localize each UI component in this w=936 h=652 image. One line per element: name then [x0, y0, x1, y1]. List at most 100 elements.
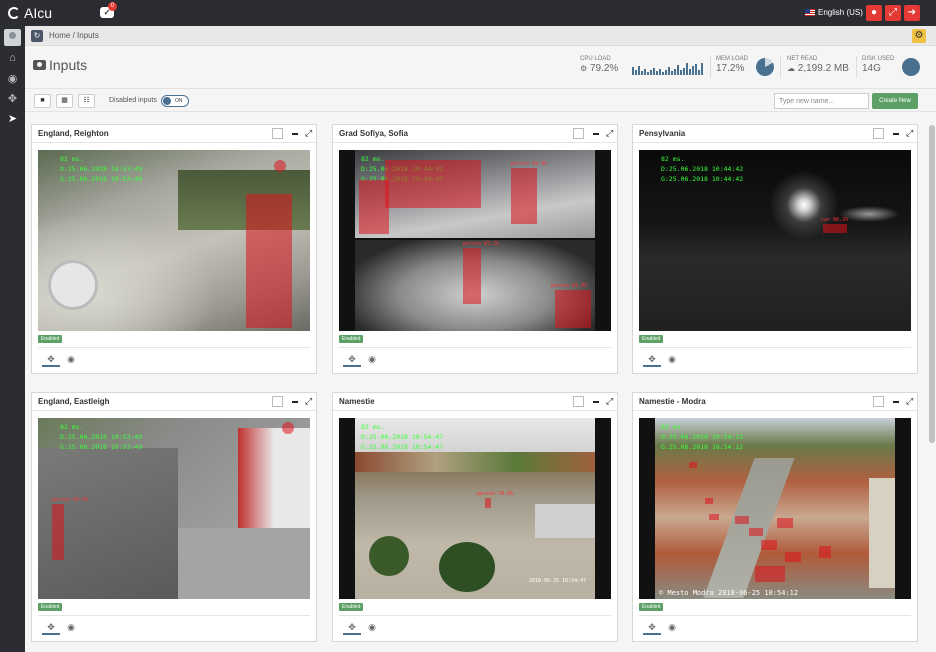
input-card-namestie: Namestie ⤢ 82 ms. D:25.06.2018 10:54:47 G:… [332, 392, 618, 642]
expand-icon[interactable]: ⤢ [906, 128, 913, 139]
logout-icon: ➜ [907, 7, 917, 18]
scrollbar[interactable] [929, 125, 935, 443]
video-feed[interactable]: 82 ms. D:25.06.2018 10:54:12 G:25.06.2018 … [639, 418, 911, 599]
video-osd: 82 ms. D:25.06.2018 10:54:12 G:25.06.2018 … [661, 423, 744, 451]
refresh-button[interactable]: ↻ [31, 29, 43, 42]
detection-box [819, 546, 831, 558]
expand-icon[interactable]: ⤢ [305, 396, 312, 407]
detection-box [823, 224, 847, 233]
minimize-icon[interactable] [893, 401, 899, 403]
disabled-inputs-label: Disabled inputs [109, 97, 157, 104]
select-checkbox[interactable] [573, 128, 584, 139]
create-new-button[interactable]: Create New [872, 93, 918, 109]
detection-box [761, 540, 777, 550]
app-logo[interactable]: AIcu [8, 5, 52, 21]
net-read-stat: NET READ ☁ 2,199.2 MB [787, 56, 849, 80]
detection-label: car 88.2% [821, 217, 849, 223]
status-badge: Enabled [639, 603, 664, 611]
expand-icon[interactable]: ⤢ [305, 128, 312, 139]
move-icon[interactable]: ✥ [643, 619, 661, 635]
detection-box [463, 248, 481, 304]
minimize-icon[interactable] [292, 133, 298, 135]
microphone-button[interactable]: ● [866, 5, 882, 21]
logout-button[interactable]: ➜ [904, 5, 920, 21]
refresh-icon: ↻ [33, 30, 41, 40]
page-title-text: Inputs [49, 57, 88, 73]
home-icon[interactable]: ⌂ [0, 52, 25, 64]
arrow-right-circle-icon[interactable]: ➤ [0, 112, 25, 125]
minimize-icon[interactable] [292, 401, 298, 403]
snapshot-camera-icon[interactable]: ◉ [663, 619, 681, 635]
app-title: AIcu [24, 5, 53, 21]
snapshot-camera-icon[interactable]: ◉ [663, 351, 681, 367]
move-icon[interactable]: ✥ [42, 351, 60, 367]
snapshot-camera-icon[interactable]: ◉ [62, 619, 80, 635]
move-icon[interactable]: ✥ [343, 351, 361, 367]
us-flag-icon [805, 9, 815, 16]
disk-used-label: DISK USED [862, 56, 895, 62]
expand-icon[interactable]: ⤢ [606, 128, 613, 139]
detection-box [359, 180, 389, 234]
snapshot-camera-icon[interactable]: ◉ [62, 351, 80, 367]
language-selector[interactable]: English (US) ⌄ [805, 8, 872, 17]
net-read-label: NET READ [787, 56, 818, 62]
cpu-load-stat: CPU LOAD ⚙ 79.2% [580, 56, 618, 80]
camera-icon[interactable]: ◉ [0, 72, 25, 85]
select-checkbox[interactable] [573, 396, 584, 407]
video-feed[interactable]: 82 ms. D:25.06.2018 10:53:49 G:25.06.2018 … [38, 150, 310, 331]
detection-box [689, 462, 697, 468]
select-checkbox[interactable] [873, 128, 884, 139]
video-feed[interactable]: 82 ms.D:25.06.2018 10:44:42G:25.06.2018 … [639, 150, 911, 331]
card-header: Namestie - Modra ⤢ [633, 393, 917, 411]
fullscreen-button[interactable]: ⤢ [885, 5, 901, 21]
card-footer-divider [639, 347, 911, 348]
select-checkbox[interactable] [873, 396, 884, 407]
detection-box [282, 422, 294, 434]
select-checkbox[interactable] [272, 128, 283, 139]
disk-used-value: 14G [862, 63, 881, 74]
video-feed[interactable]: 82 ms. D:25.06.2018 10:54:47 G:25.06.2018 … [339, 418, 611, 599]
move-icon[interactable]: ✥ [343, 619, 361, 635]
select-checkbox[interactable] [272, 396, 283, 407]
move-icon[interactable]: ✥ [643, 351, 661, 367]
input-card-pensylvania: Pensylvania ⤢ 82 ms. D:25.06.2018 10:44:4… [632, 124, 918, 374]
minimize-icon[interactable] [593, 401, 599, 403]
disabled-inputs-toggle[interactable]: ON [161, 95, 189, 107]
expand-icon[interactable]: ⤢ [906, 396, 913, 407]
grid-3-icon: ☷ [83, 97, 90, 104]
detection-box [785, 552, 801, 562]
card-title: Namestie - Modra [639, 397, 706, 406]
breadcrumb-home[interactable]: Home [49, 31, 70, 40]
move-icon[interactable]: ✥ [42, 619, 60, 635]
snapshot-camera-icon[interactable]: ◉ [363, 619, 381, 635]
divider [780, 56, 781, 78]
cogs-icon: ⚙ [580, 64, 588, 73]
snapshot-camera-icon[interactable]: ◉ [363, 351, 381, 367]
view-grid-2-button[interactable]: ▦ [56, 94, 73, 108]
minimize-icon[interactable] [893, 133, 899, 135]
language-label: English (US) [818, 8, 863, 17]
cloud-download-icon: ☁ [787, 64, 795, 73]
expand-icon[interactable]: ⤢ [606, 396, 613, 407]
avatar[interactable] [4, 29, 21, 46]
minimize-icon[interactable] [593, 133, 599, 135]
crosshair-icon[interactable]: ✥ [0, 92, 25, 105]
video-feed[interactable]: 82 ms.D:25.06.2018 10:44:42G:25.06.2018 … [339, 150, 611, 331]
card-title: Grad Sofiya, Sofia [339, 129, 408, 138]
card-header: Pensylvania ⤢ [633, 125, 917, 143]
video-osd: 82 ms.D:25.06.2018 10:44:42G:25.06.2018 … [661, 155, 744, 183]
view-grid-3-button[interactable]: ☷ [78, 94, 95, 108]
detection-label: person 79.5% [477, 491, 514, 497]
detection-box [274, 160, 286, 172]
cpu-load-label: CPU LOAD [580, 56, 611, 62]
disk-used-stat: DISK USED 14G [862, 56, 894, 80]
view-single-button[interactable]: ■ [34, 94, 51, 108]
detection-label: person 81.0% [551, 283, 588, 289]
new-name-input[interactable] [774, 93, 869, 109]
video-feed[interactable]: 82 ms. D:25.06.2018 10:53:49 G:25.06.2018 … [38, 418, 310, 599]
notifications-button[interactable]: ✓ 0 [100, 2, 117, 20]
notification-badge: 0 [108, 2, 117, 11]
mem-load-pie [756, 58, 774, 76]
grid-2-icon: ▦ [61, 97, 68, 104]
settings-button[interactable]: ⚙ [912, 29, 926, 43]
